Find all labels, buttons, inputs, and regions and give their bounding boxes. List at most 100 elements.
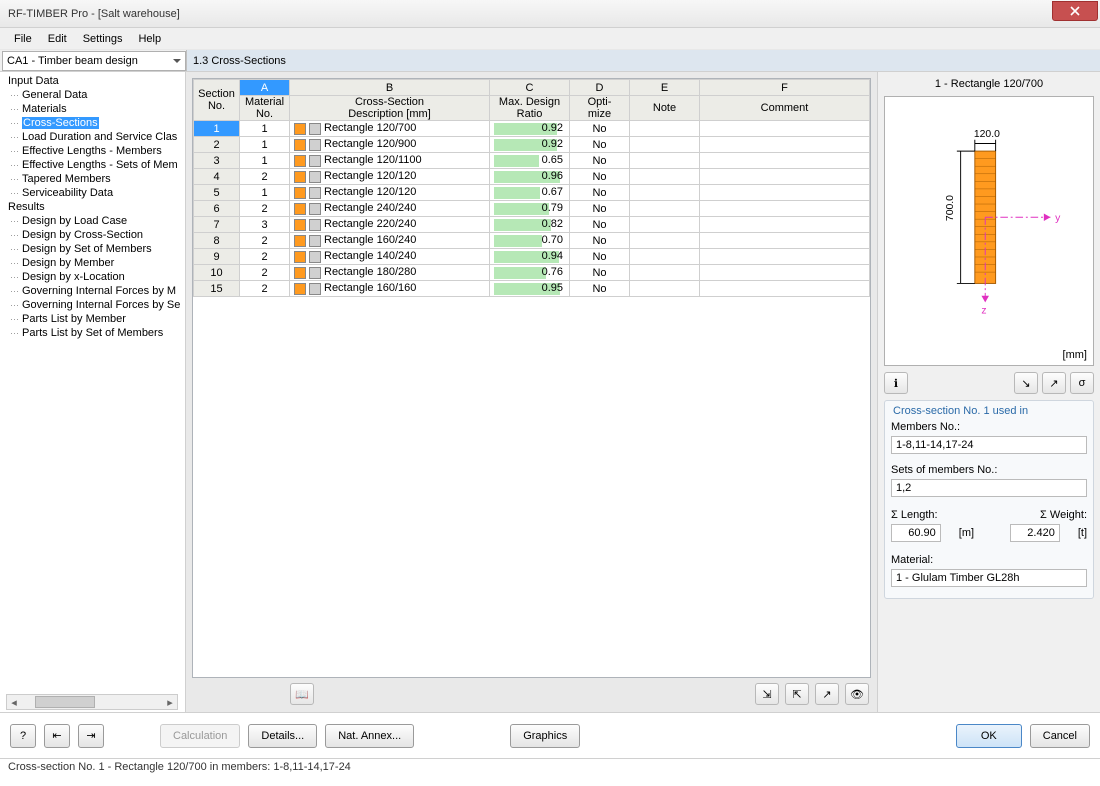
sigma-icon: σ (1079, 377, 1086, 389)
weight-unit: [t] (1078, 527, 1087, 539)
tree-input-effective-lengths-sets-of-mem[interactable]: Effective Lengths - Sets of Mem (0, 158, 185, 172)
table-row[interactable]: 1 1 Rectangle 120/700 0.92 No (194, 121, 870, 137)
col-D[interactable]: D (570, 80, 630, 96)
col-F[interactable]: F (700, 80, 870, 96)
col-B[interactable]: B (290, 80, 490, 96)
graphics-button[interactable]: Graphics (510, 724, 580, 748)
eye-icon: 👁 (850, 688, 864, 701)
navigator-tree: Input Data General DataMaterialsCross-Se… (0, 72, 186, 712)
length-label: Σ Length: (891, 509, 938, 521)
bottom-bar: ? ⇤ ⇥ Calculation Details... Nat. Annex.… (0, 712, 1100, 758)
export-button[interactable]: ⇲ (755, 683, 779, 705)
col-E[interactable]: E (630, 80, 700, 96)
length-value: 60.90 (891, 524, 941, 542)
tree-results-governing-internal-forces-by-se[interactable]: Governing Internal Forces by Se (0, 298, 185, 312)
close-button[interactable] (1052, 1, 1098, 21)
svg-text:700.0: 700.0 (945, 195, 956, 221)
table-row[interactable]: 9 2 Rectangle 140/240 0.94 No (194, 249, 870, 265)
section-info-group: Cross-section No. 1 used in Members No.:… (884, 400, 1094, 599)
tree-input-serviceability-data[interactable]: Serviceability Data (0, 186, 185, 200)
table-row[interactable]: 7 3 Rectangle 220/240 0.82 No (194, 217, 870, 233)
tree-results-design-by-set-of-members[interactable]: Design by Set of Members (0, 242, 185, 256)
info-button[interactable]: ℹ (884, 372, 908, 394)
tree-results-design-by-cross-section[interactable]: Design by Cross-Section (0, 228, 185, 242)
menu-settings[interactable]: Settings (75, 31, 131, 47)
table-row[interactable]: 10 2 Rectangle 180/280 0.76 No (194, 265, 870, 281)
tree-results-parts-list-by-member[interactable]: Parts List by Member (0, 312, 185, 326)
tree-results-design-by-member[interactable]: Design by Member (0, 256, 185, 270)
nat-annex-button[interactable]: Nat. Annex... (325, 724, 414, 748)
toolbar-row: CA1 - Timber beam design 1.3 Cross-Secti… (0, 50, 1100, 72)
menu-file[interactable]: File (6, 31, 40, 47)
col-A[interactable]: A (240, 80, 290, 96)
menu-help[interactable]: Help (130, 31, 169, 47)
material-label: Material: (891, 554, 1087, 566)
import-icon: ⇱ (792, 688, 801, 701)
tree-results-design-by-load-case[interactable]: Design by Load Case (0, 214, 185, 228)
help-button[interactable]: ? (10, 724, 36, 748)
axes-yz-button[interactable]: ↗ (1042, 372, 1066, 394)
preview-unit: [mm] (1063, 349, 1087, 361)
hdr-material-no[interactable]: Material No. (240, 96, 290, 121)
hdr-ratio[interactable]: Max. Design Ratio (490, 96, 570, 121)
scroll-right-icon[interactable]: ▸ (163, 696, 177, 709)
svg-text:120.0: 120.0 (974, 129, 1000, 140)
svg-text:z: z (981, 306, 986, 317)
material-value: 1 - Glulam Timber GL28h (891, 569, 1087, 587)
view-button[interactable]: 👁 (845, 683, 869, 705)
title-bar: RF-TIMBER Pro - [Salt warehouse] (0, 0, 1100, 28)
tree-input-general-data[interactable]: General Data (0, 88, 185, 102)
library-button[interactable]: 📖 (290, 683, 314, 705)
next-button[interactable]: ⇥ (78, 724, 104, 748)
table-row[interactable]: 6 2 Rectangle 240/240 0.79 No (194, 201, 870, 217)
tree-results-parts-list-by-set-of-members[interactable]: Parts List by Set of Members (0, 326, 185, 340)
sets-value[interactable]: 1,2 (891, 479, 1087, 497)
tree-results-design-by-x-location[interactable]: Design by x-Location (0, 270, 185, 284)
axes-xy-button[interactable]: ↘ (1014, 372, 1038, 394)
center-panel: Section No. A B C D E F Material No. Cro… (186, 72, 878, 712)
tree-input-effective-lengths-members[interactable]: Effective Lengths - Members (0, 144, 185, 158)
hdr-optimize[interactable]: Opti- mize (570, 96, 630, 121)
weight-label: Σ Weight: (1040, 509, 1087, 521)
weight-value: 2.420 (1010, 524, 1060, 542)
tree-results-governing-internal-forces-by-m[interactable]: Governing Internal Forces by M (0, 284, 185, 298)
right-panel: 1 - Rectangle 120/700 y z (878, 72, 1100, 712)
window-title: RF-TIMBER Pro - [Salt warehouse] (8, 8, 180, 20)
scroll-thumb[interactable] (35, 696, 95, 708)
hdr-section-no[interactable]: Section No. (194, 80, 240, 121)
table-row[interactable]: 5 1 Rectangle 120/120 0.67 No (194, 185, 870, 201)
col-C[interactable]: C (490, 80, 570, 96)
table-row[interactable]: 8 2 Rectangle 160/240 0.70 No (194, 233, 870, 249)
export-icon: ⇲ (762, 688, 771, 701)
ok-button[interactable]: OK (956, 724, 1022, 748)
details-button[interactable]: Details... (248, 724, 317, 748)
prev-button[interactable]: ⇤ (44, 724, 70, 748)
menu-edit[interactable]: Edit (40, 31, 75, 47)
tree-input-materials[interactable]: Materials (0, 102, 185, 116)
next-icon: ⇥ (86, 729, 95, 742)
scroll-left-icon[interactable]: ◂ (7, 696, 21, 709)
import-button[interactable]: ⇱ (785, 683, 809, 705)
sidebar-hscroll[interactable]: ◂ ▸ (6, 694, 178, 710)
tree-input-load-duration-and-service-clas[interactable]: Load Duration and Service Clas (0, 130, 185, 144)
members-value[interactable]: 1-8,11-14,17-24 (891, 436, 1087, 454)
sets-label: Sets of members No.: (891, 464, 1087, 476)
tree-input-tapered-members[interactable]: Tapered Members (0, 172, 185, 186)
table-row[interactable]: 4 2 Rectangle 120/120 0.96 No (194, 169, 870, 185)
tree-input-cross-sections[interactable]: Cross-Sections (0, 116, 185, 130)
cancel-button[interactable]: Cancel (1030, 724, 1090, 748)
hdr-note[interactable]: Note (630, 96, 700, 121)
case-dropdown[interactable]: CA1 - Timber beam design (2, 51, 186, 71)
hdr-desc[interactable]: Cross-Section Description [mm] (290, 96, 490, 121)
tree-input-root[interactable]: Input Data (0, 74, 185, 88)
preview-title: 1 - Rectangle 120/700 (884, 78, 1094, 90)
hdr-comment[interactable]: Comment (700, 96, 870, 121)
section-preview: y z 120.0 700.0 [mm] (884, 96, 1094, 366)
table-row[interactable]: 15 2 Rectangle 160/160 0.95 No (194, 281, 870, 297)
pick-button[interactable]: ↗ (815, 683, 839, 705)
table-row[interactable]: 3 1 Rectangle 120/1100 0.65 No (194, 153, 870, 169)
stress-button[interactable]: σ (1070, 372, 1094, 394)
tree-results-root[interactable]: Results (0, 200, 185, 214)
grid-cross-sections[interactable]: Section No. A B C D E F Material No. Cro… (192, 78, 871, 678)
table-row[interactable]: 2 1 Rectangle 120/900 0.92 No (194, 137, 870, 153)
